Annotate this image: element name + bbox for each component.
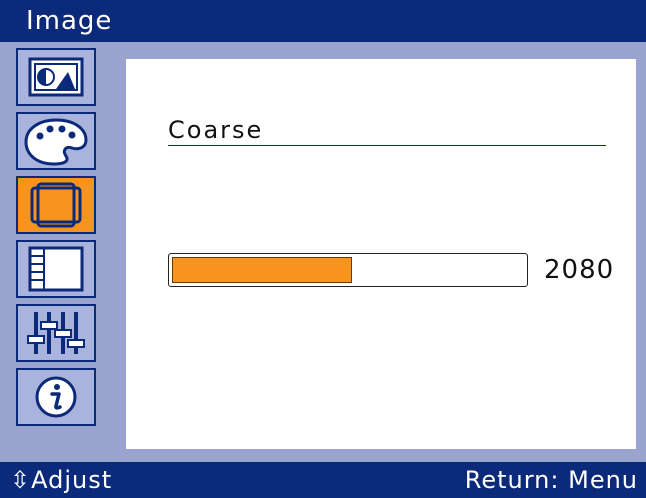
brightness-contrast-icon bbox=[28, 57, 84, 97]
osd-window: Image Coarse 2080 ⇳Adjust Return: Menu bbox=[0, 0, 646, 498]
sidebar-item-brightness-contrast[interactable] bbox=[16, 48, 96, 106]
footer-bar: ⇳Adjust Return: Menu bbox=[0, 462, 646, 498]
setup-sliders-icon bbox=[27, 312, 85, 354]
title-bar: Image bbox=[0, 0, 646, 42]
slider-fill bbox=[172, 257, 352, 283]
menu-title: Image bbox=[26, 6, 113, 36]
sidebar-item-information[interactable] bbox=[16, 368, 96, 426]
sidebar bbox=[0, 42, 120, 458]
label-underline bbox=[168, 145, 606, 146]
coarse-slider[interactable] bbox=[168, 253, 528, 287]
information-icon bbox=[35, 376, 77, 418]
color-palette-icon bbox=[24, 118, 88, 166]
content-panel: Coarse 2080 bbox=[126, 59, 636, 449]
image-position-icon bbox=[30, 182, 82, 228]
adjust-hint: ⇳Adjust bbox=[10, 466, 113, 494]
sidebar-item-osd[interactable] bbox=[16, 240, 96, 298]
sidebar-item-image[interactable] bbox=[16, 176, 96, 234]
sidebar-item-color[interactable] bbox=[16, 112, 96, 170]
return-hint: Return: Menu bbox=[464, 466, 638, 494]
setting-value: 2080 bbox=[544, 255, 615, 285]
setting-label: Coarse bbox=[168, 116, 264, 144]
sidebar-item-setup[interactable] bbox=[16, 304, 96, 362]
osd-menu-icon bbox=[28, 246, 84, 292]
